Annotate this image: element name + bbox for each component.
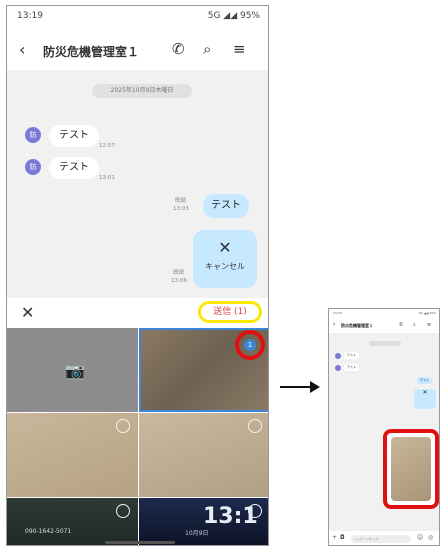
message-bubble-in[interactable]: テスト	[49, 125, 99, 147]
home-indicator	[105, 541, 175, 544]
mini-message-in: テスト	[344, 352, 360, 359]
photo-grid: 📷 1 090-1642-5071 13:1 10月9日	[7, 328, 268, 545]
message-time: 13:01	[99, 175, 115, 181]
main-phone-screen: 13:19 5G ◢◢ 95% ‹ 防災危機管理室１ ✆ ⌕ ≡ 2025年10…	[6, 5, 269, 546]
message-time: 13:06	[171, 278, 187, 284]
camera-tile[interactable]: 📷	[7, 328, 138, 412]
mini-date-chip	[369, 341, 401, 346]
photo-clock-text: 13:1	[203, 504, 258, 529]
photo-thumbnail-selected[interactable]: 1	[139, 328, 268, 412]
mini-menu-icon[interactable]: ≡	[427, 322, 431, 328]
mini-phone-icon[interactable]: ✆	[399, 322, 403, 328]
cancel-message-bubble[interactable]: ✕ キャンセル	[193, 230, 257, 288]
mini-status-bar: 13:20 5G ◢◢ 95%	[329, 309, 439, 319]
send-button[interactable]: 送信 (1)	[198, 301, 262, 323]
mini-plus-icon[interactable]: +	[332, 534, 337, 541]
mini-message-in: テスト	[344, 364, 360, 371]
camera-icon: 📷	[65, 361, 85, 380]
result-phone-screen: 13:20 5G ◢◢ 95% ‹ 防災危機管理室１ ✆ ⌕ ≡ テスト テスト…	[328, 308, 440, 546]
photo-thumbnail[interactable]: 090-1642-5071	[7, 498, 138, 545]
mini-search-icon[interactable]: ⌕	[413, 322, 416, 328]
back-icon[interactable]: ‹	[19, 40, 25, 59]
avatar[interactable]: 防	[25, 127, 41, 143]
status-bar: 13:19 5G ◢◢ 95%	[7, 6, 268, 26]
photo-thumbnail[interactable]	[139, 413, 268, 497]
select-circle[interactable]	[248, 419, 262, 433]
chat-area: 2025年10月9日木曜日 防 テスト 12:57 防 テスト 13:01 既読…	[7, 70, 268, 298]
chat-title: 防災危機管理室１	[43, 45, 140, 59]
read-status: 既読	[175, 198, 187, 204]
arrow-shaft	[280, 386, 312, 388]
date-chip: 2025年10月9日木曜日	[92, 84, 192, 98]
avatar[interactable]: 防	[25, 159, 41, 175]
mini-status-time: 13:20	[333, 311, 342, 315]
close-icon[interactable]: ✕	[21, 303, 34, 322]
sent-photo-image	[391, 437, 431, 501]
message-time: 13:03	[173, 206, 189, 212]
select-circle[interactable]	[116, 419, 130, 433]
status-indicators: 5G ◢◢ 95%	[207, 11, 260, 21]
mini-message-out: テスト	[417, 377, 433, 384]
message-bubble-out[interactable]: テスト	[203, 194, 249, 218]
mini-mic-icon[interactable]: ◎	[428, 534, 433, 541]
chat-header: ‹ 防災危機管理室１ ✆ ⌕ ≡	[7, 30, 268, 70]
mini-avatar	[335, 365, 341, 371]
mini-cancel-bubble: ✕	[414, 389, 436, 409]
message-bubble-in[interactable]: テスト	[49, 157, 99, 179]
mini-status-indicators: 5G ◢◢ 95%	[418, 311, 436, 315]
cancel-icon: ✕	[218, 238, 232, 257]
photo-select-bar: ✕ 送信 (1)	[7, 298, 268, 328]
selection-count-badge[interactable]: 1	[244, 339, 256, 351]
menu-icon[interactable]: ≡	[233, 40, 246, 58]
photo-caption: 090-1642-5071	[25, 528, 72, 535]
cancel-label: キャンセル	[205, 262, 245, 271]
photo-thumbnail[interactable]: 13:1 10月9日	[139, 498, 268, 545]
photo-thumbnail[interactable]	[7, 413, 138, 497]
mini-input-bar: + ◘ メッセージを入力 ☺ ◎	[329, 531, 439, 545]
read-status: 既読	[173, 270, 185, 276]
photo-date-text: 10月9日	[185, 530, 209, 537]
search-icon[interactable]: ⌕	[203, 40, 211, 58]
status-time: 13:19	[17, 11, 43, 21]
phone-icon[interactable]: ✆	[172, 40, 185, 58]
message-time: 12:57	[99, 143, 115, 149]
mini-chat-header: ‹ 防災危機管理室１ ✆ ⌕ ≡	[329, 319, 439, 333]
mini-back-icon[interactable]: ‹	[333, 321, 335, 328]
mini-camera-icon[interactable]: ◘	[340, 534, 345, 541]
mini-avatar	[335, 353, 341, 359]
transition-arrow-icon	[280, 380, 320, 394]
mini-message-input[interactable]: メッセージを入力	[351, 535, 411, 543]
arrow-head	[310, 381, 320, 393]
select-circle[interactable]	[116, 504, 130, 518]
mini-emoji-icon[interactable]: ☺	[417, 534, 423, 541]
sent-photo-message[interactable]	[383, 429, 439, 509]
mini-chat-title: 防災危機管理室１	[341, 323, 373, 328]
